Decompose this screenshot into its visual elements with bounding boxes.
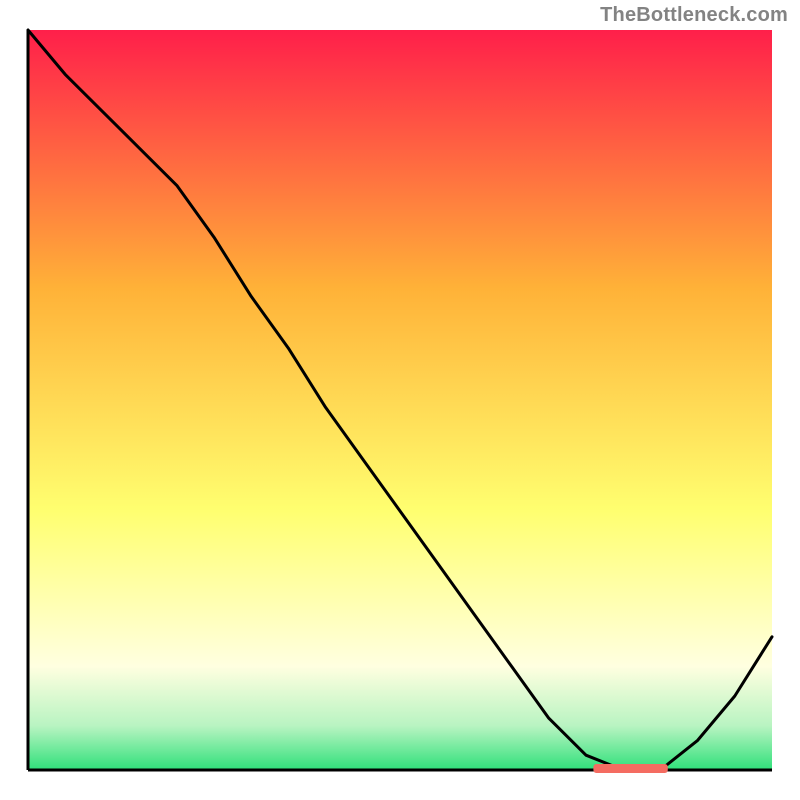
bottleneck-chart <box>0 0 800 800</box>
min-marker <box>593 764 667 773</box>
figure-root: TheBottleneck.com <box>0 0 800 800</box>
plot-background <box>28 30 772 770</box>
